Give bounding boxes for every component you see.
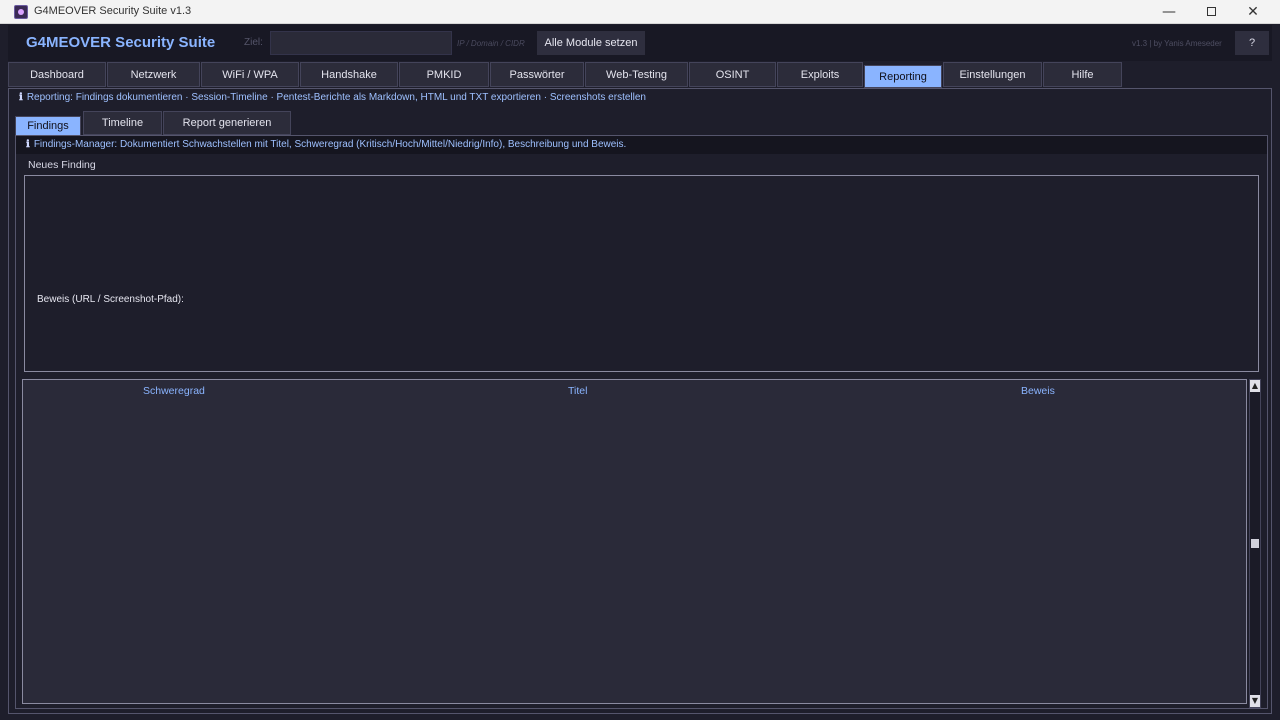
version-info: v1.3 | by Yanis Ameseder — [1132, 39, 1222, 48]
tab-reporting[interactable]: Reporting — [864, 65, 942, 88]
target-input[interactable] — [270, 31, 452, 55]
findings-panel: ℹ Findings-Manager: Dokumentiert Schwachs… — [15, 135, 1268, 709]
close-icon[interactable]: ✕ — [1232, 0, 1274, 24]
app-header: G4MEOVER Security Suite Ziel: IP / Domai… — [8, 25, 1272, 61]
tab-wifi-wpa[interactable]: WiFi / WPA — [201, 62, 299, 87]
target-label: Ziel: — [244, 37, 263, 48]
tab-dashboard[interactable]: Dashboard — [8, 62, 106, 87]
findings-info-text: Findings-Manager: Dokumentiert Schwachst… — [33, 139, 627, 150]
findings-table[interactable]: Schweregrad Titel Beweis — [22, 379, 1247, 704]
tab-pmkid[interactable]: PMKID — [399, 62, 489, 87]
tab-web-testing[interactable]: Web-Testing — [585, 62, 688, 87]
proof-label: Beweis (URL / Screenshot-Pfad): — [37, 294, 184, 305]
tab-handshake[interactable]: Handshake — [300, 62, 398, 87]
help-button[interactable]: ? — [1235, 31, 1269, 55]
new-finding-group-title: Neues Finding — [28, 159, 96, 171]
scrollbar-thumb[interactable] — [1251, 539, 1259, 548]
reporting-info: ℹ Reporting: Findings dokumentieren · Ses… — [19, 92, 646, 103]
tab-osint[interactable]: OSINT — [689, 62, 776, 87]
main-tab-bar: Dashboard Netzwerk WiFi / WPA Handshake … — [8, 62, 1272, 88]
tab-exploits[interactable]: Exploits — [777, 62, 863, 87]
tab-netzwerk[interactable]: Netzwerk — [107, 62, 200, 87]
info-icon: ℹ — [26, 139, 30, 150]
scroll-down-icon[interactable]: ▼ — [1250, 695, 1260, 707]
tab-hilfe[interactable]: Hilfe — [1043, 62, 1122, 87]
findings-scrollbar[interactable]: ▲ ▼ — [1249, 379, 1261, 708]
app-logo-icon — [14, 5, 28, 19]
subtab-findings[interactable]: Findings — [15, 116, 81, 136]
info-icon: ℹ — [19, 92, 23, 103]
column-header-severity[interactable]: Schweregrad — [143, 385, 205, 397]
app-window: G4MEOVER Security Suite v1.3 — ✕ G4MEOVE… — [0, 0, 1280, 720]
target-hint: IP / Domain / CIDR — [457, 39, 525, 48]
reporting-info-text: Reporting: Findings dokumentieren · Sess… — [26, 92, 646, 103]
findings-info: ℹ Findings-Manager: Dokumentiert Schwachs… — [16, 136, 1267, 154]
app-title: G4MEOVER Security Suite — [26, 34, 216, 51]
new-finding-form: Beweis (URL / Screenshot-Pfad): — [24, 175, 1259, 372]
column-header-title[interactable]: Titel — [568, 385, 587, 397]
column-header-proof[interactable]: Beweis — [1021, 385, 1055, 397]
subtab-report-generieren[interactable]: Report generieren — [163, 111, 291, 135]
minimize-icon[interactable]: — — [1148, 0, 1190, 24]
os-title-bar: G4MEOVER Security Suite v1.3 — ✕ — [0, 0, 1280, 24]
window-title: G4MEOVER Security Suite v1.3 — [34, 5, 192, 17]
subtab-timeline[interactable]: Timeline — [83, 111, 162, 135]
set-all-modules-button[interactable]: Alle Module setzen — [537, 31, 645, 55]
tab-passwoerter[interactable]: Passwörter — [490, 62, 584, 87]
maximize-icon[interactable] — [1190, 0, 1232, 24]
reporting-panel: ℹ Reporting: Findings dokumentieren · Ses… — [8, 88, 1272, 714]
tab-einstellungen[interactable]: Einstellungen — [943, 62, 1042, 87]
scroll-up-icon[interactable]: ▲ — [1250, 380, 1260, 392]
